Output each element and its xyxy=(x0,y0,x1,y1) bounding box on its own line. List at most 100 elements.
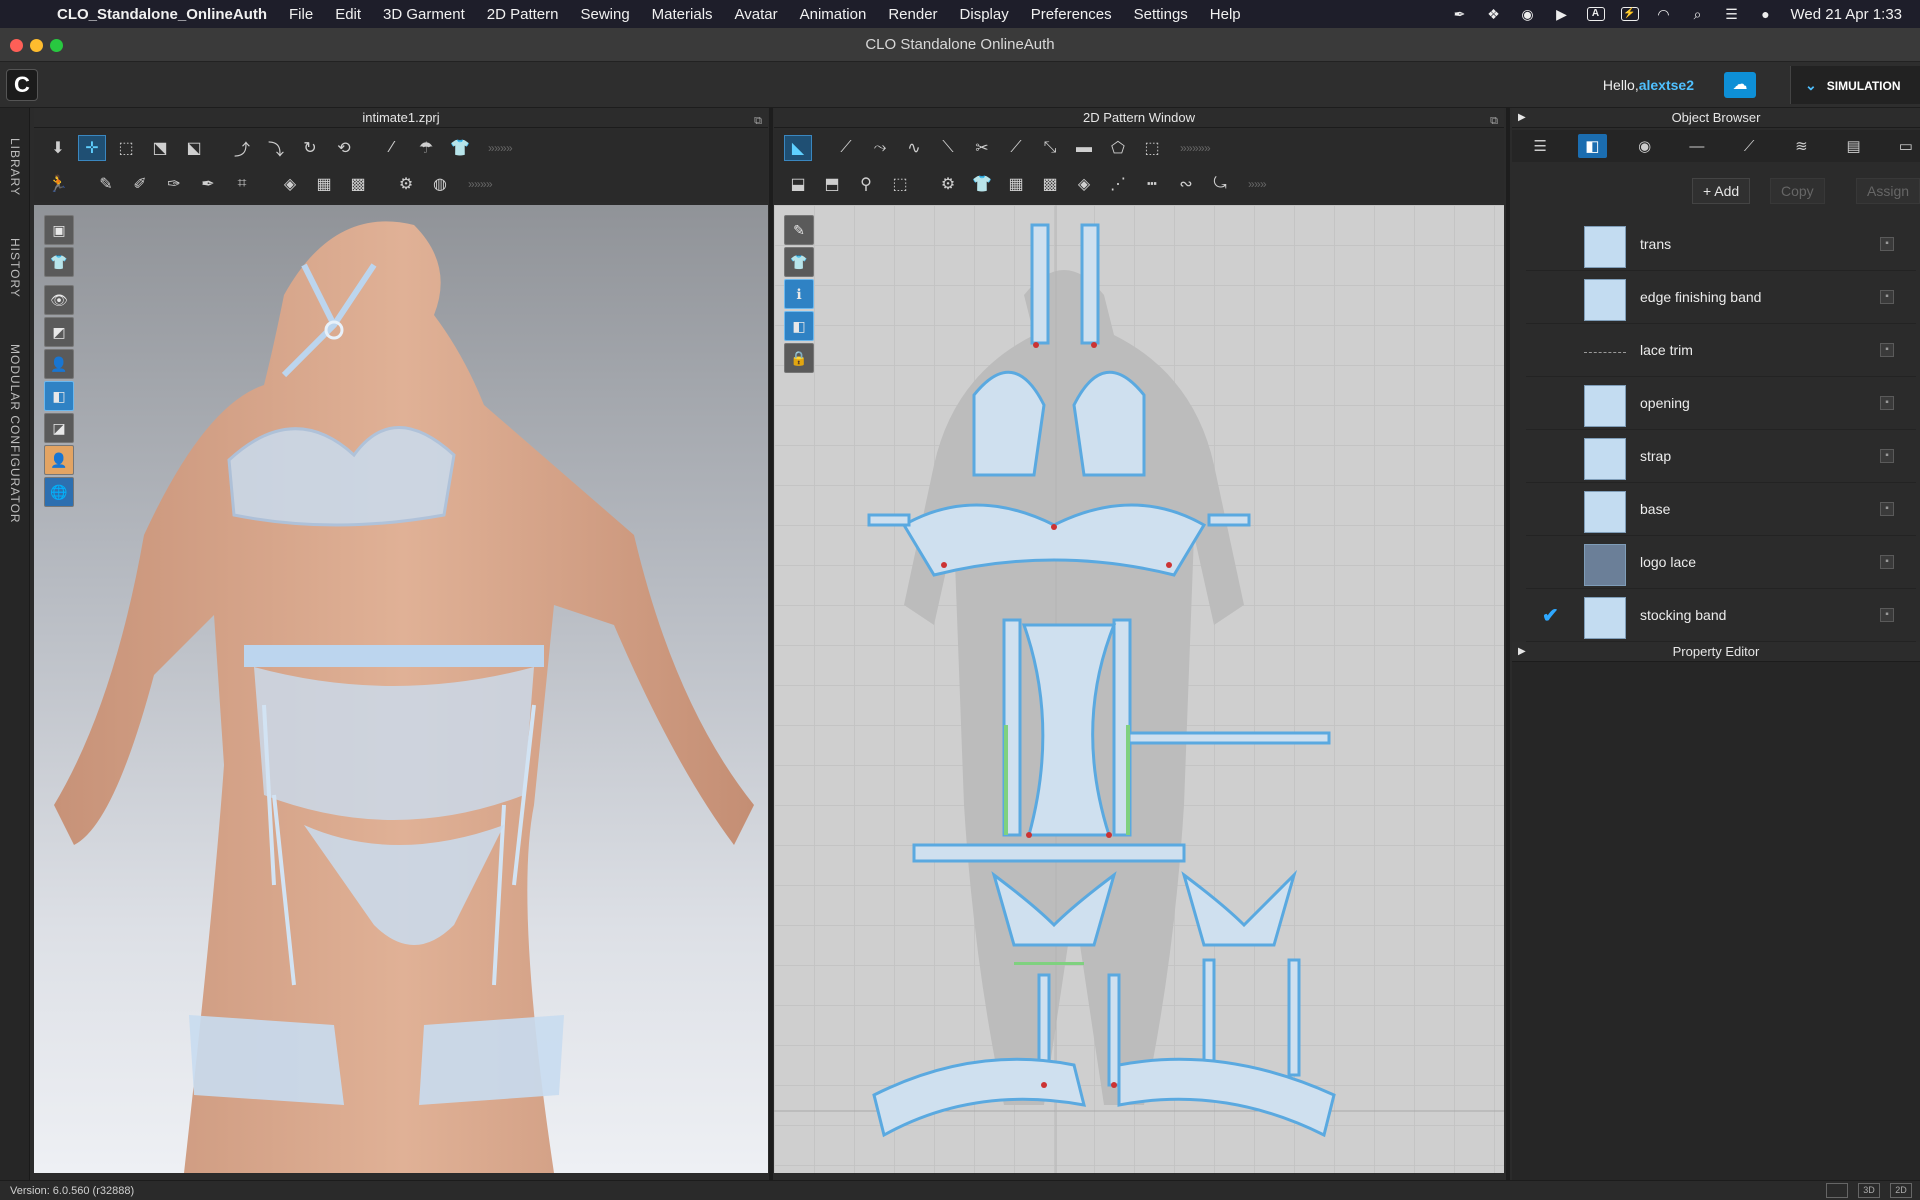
menu-animation[interactable]: Animation xyxy=(789,6,878,23)
toolbar-overflow-icon-2[interactable]: » » » » xyxy=(468,177,493,191)
slash-icon[interactable]: ⤡ xyxy=(1036,135,1064,161)
shirt-icon[interactable]: 👕 xyxy=(446,135,474,161)
feather-icon[interactable]: ✒ xyxy=(1451,7,1469,21)
select-mesh-box-icon[interactable]: ⬚ xyxy=(112,135,140,161)
cut-curve-icon[interactable]: ✂ xyxy=(968,135,996,161)
fold-arrangement-icon[interactable]: ⤴ xyxy=(228,135,256,161)
seam-allowance-icon[interactable]: ⬓ xyxy=(784,171,812,197)
texture-icon[interactable]: ◍ xyxy=(426,171,454,197)
panel-collapse-icon[interactable]: ▶ xyxy=(1518,108,1526,128)
measure-edit-icon[interactable]: ⌗ xyxy=(228,171,256,197)
show-garment-icon[interactable]: ◈ xyxy=(276,171,304,197)
zipper-tab-icon[interactable]: ≋ xyxy=(1787,134,1815,158)
pin-icon[interactable]: ⁄ xyxy=(378,135,406,161)
fabric-item-logo-lace[interactable]: logo lace ▪ xyxy=(1526,536,1916,589)
popout-icon[interactable]: ⧉ xyxy=(754,111,762,131)
lighting-icon[interactable]: ◪ xyxy=(44,413,74,443)
polygon-icon[interactable]: ⬠ xyxy=(1104,135,1132,161)
assign-fabric-button[interactable]: Assign xyxy=(1856,178,1920,204)
list-view-icon[interactable]: ☰ xyxy=(1526,134,1554,158)
menu-file[interactable]: File xyxy=(278,6,324,23)
edit-seam-allowance-icon[interactable]: ⬒ xyxy=(818,171,846,197)
fabric-options-icon[interactable]: ▪ xyxy=(1880,608,1894,622)
play-icon[interactable]: ▶ xyxy=(1553,7,1571,21)
fabric-options-icon[interactable]: ▪ xyxy=(1880,343,1894,357)
fabric-item-lace-trim[interactable]: lace trim ▪ xyxy=(1526,324,1916,377)
control-center-icon[interactable]: ☰ xyxy=(1723,7,1741,21)
wifi-icon[interactable]: ◠ xyxy=(1655,7,1673,21)
siri-icon[interactable]: ● xyxy=(1757,7,1775,21)
view-garment-icon[interactable]: 👕 xyxy=(44,247,74,277)
ruler-tab-icon[interactable]: ▭ xyxy=(1892,134,1920,158)
toolbar-overflow-icon-4[interactable]: » » » xyxy=(1248,177,1267,191)
avatar-settings-icon[interactable]: ⚙ xyxy=(392,171,420,197)
menu-settings[interactable]: Settings xyxy=(1123,6,1199,23)
trim-icon[interactable]: ◈ xyxy=(1070,171,1098,197)
menu-2d-pattern[interactable]: 2D Pattern xyxy=(476,6,570,23)
rectangle-icon[interactable]: ▬ xyxy=(1070,135,1098,161)
viewport-2d[interactable]: ✎ 👕 ℹ ◧ 🔒 xyxy=(774,205,1504,1173)
clo-logo-icon[interactable]: C xyxy=(6,69,38,101)
add-fabric-button[interactable]: + Add xyxy=(1692,178,1751,204)
edit-curve-point-icon[interactable]: ⤳ xyxy=(866,135,894,161)
pattern-pen-icon[interactable]: ✎ xyxy=(784,215,814,245)
menu-help[interactable]: Help xyxy=(1199,6,1252,23)
menu-preferences[interactable]: Preferences xyxy=(1020,6,1123,23)
splitter-3d-2d[interactable] xyxy=(769,108,773,1180)
menu-3d-garment[interactable]: 3D Garment xyxy=(372,6,476,23)
fabric-item-opening[interactable]: opening ▪ xyxy=(1526,377,1916,430)
info-icon[interactable]: ℹ xyxy=(784,279,814,309)
fold-line-icon[interactable]: ⤿ xyxy=(1206,171,1234,197)
layout-split-icon[interactable] xyxy=(1826,1183,1848,1198)
gather-icon[interactable]: ⬚ xyxy=(886,171,914,197)
cloud-icon[interactable]: ☁ xyxy=(1724,72,1756,98)
graphic-icon[interactable]: ▩ xyxy=(1036,171,1064,197)
environment-globe-icon[interactable]: 🌐 xyxy=(44,477,74,507)
fabric-options-icon[interactable]: ▪ xyxy=(1880,396,1894,410)
battery-icon[interactable]: ⚡ xyxy=(1620,7,1639,21)
search-icon[interactable]: ⌕ xyxy=(1689,7,1707,21)
avatar-pose-icon[interactable]: 🏃 xyxy=(44,171,72,197)
show-garment-icon-2[interactable]: 👁 xyxy=(44,285,74,315)
fold-3d-icon[interactable]: ⤵ xyxy=(262,135,290,161)
fabric-options-icon[interactable]: ▪ xyxy=(1880,290,1894,304)
add-point-icon[interactable]: ⟍ xyxy=(934,135,962,161)
select-move-icon[interactable]: ✛ xyxy=(78,135,106,161)
show-avatar-icon[interactable]: ◩ xyxy=(44,317,74,347)
fabric-render-icon[interactable]: ◧ xyxy=(44,381,74,411)
dropbox-icon[interactable]: ❖ xyxy=(1485,7,1503,21)
internal-rectangle-icon[interactable]: ⬚ xyxy=(1138,135,1166,161)
pattern-shirt-icon[interactable]: 👕 xyxy=(784,247,814,277)
button-tab-icon[interactable]: ◉ xyxy=(1631,134,1659,158)
reset-3d-icon[interactable]: ⟲ xyxy=(330,135,358,161)
extend-line-icon[interactable]: ⟋ xyxy=(1002,135,1030,161)
measure-circumference-icon[interactable]: ✎ xyxy=(92,171,120,197)
view-avatar-icon[interactable]: ▣ xyxy=(44,215,74,245)
popout-icon-2[interactable]: ⧉ xyxy=(1490,111,1498,131)
edit-curvature-icon[interactable]: ∿ xyxy=(900,135,928,161)
menu-edit[interactable]: Edit xyxy=(324,6,372,23)
topstitch-tab-icon[interactable]: ⟋ xyxy=(1735,134,1763,158)
viewport-3d[interactable]: ▣ 👕 👁 ◩ 👤 ◧ ◪ 👤 🌐 xyxy=(34,205,768,1173)
line-style-icon[interactable]: ┅ xyxy=(1138,171,1166,197)
toolbar-overflow-icon-3[interactable]: » » » » » xyxy=(1180,141,1211,155)
simulation-mode-button[interactable]: ⌄ SIMULATION xyxy=(1790,66,1920,104)
fabric-item-strap[interactable]: strap ▪ xyxy=(1526,430,1916,483)
measure-path-icon[interactable]: ✒ xyxy=(194,171,222,197)
tab-history[interactable]: HISTORY xyxy=(8,238,22,298)
lock-icon[interactable]: 🔒 xyxy=(784,343,814,373)
transform-icon[interactable]: ⬕ xyxy=(180,135,208,161)
fabric-options-icon[interactable]: ▪ xyxy=(1880,555,1894,569)
fabric-tab-icon[interactable]: ◧ xyxy=(1578,134,1607,158)
fabric-options-icon[interactable]: ▪ xyxy=(1880,237,1894,251)
avatar-render[interactable] xyxy=(34,205,768,1173)
copy-fabric-button[interactable]: Copy xyxy=(1770,178,1825,204)
show-avatar-eye-icon[interactable]: 👤 xyxy=(44,349,74,379)
text-input-icon[interactable]: A xyxy=(1586,7,1605,21)
fabric-view-icon[interactable]: ◧ xyxy=(784,311,814,341)
menu-render[interactable]: Render xyxy=(877,6,948,23)
avatar-skin-icon[interactable]: 👤 xyxy=(44,445,74,475)
tab-modular-configurator[interactable]: MODULAR CONFIGURATOR xyxy=(8,344,22,524)
show-fabric-icon[interactable]: ▦ xyxy=(310,171,338,197)
tab-library[interactable]: LIBRARY xyxy=(8,138,22,196)
